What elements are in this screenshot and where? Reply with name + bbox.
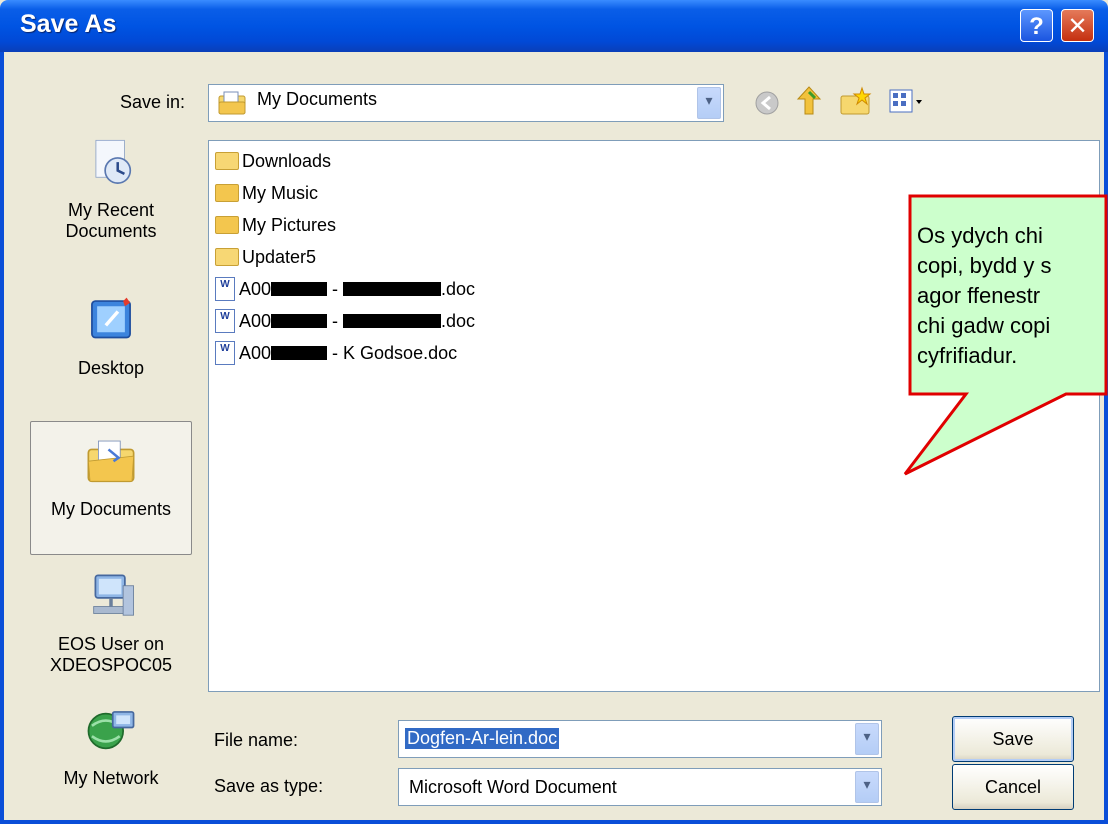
callout-line: copi, bydd y s — [917, 253, 1052, 278]
chevron-down-icon[interactable]: ▾ — [855, 723, 879, 755]
callout-line: chi gadw copi — [917, 313, 1051, 338]
save-button[interactable]: Save — [952, 716, 1074, 762]
save-as-type-label: Save as type: — [214, 776, 324, 796]
callout-line: Os ydych chi — [917, 223, 1043, 248]
callout-text: Os ydych chi copi, bydd y s agor ffenest… — [917, 221, 1105, 371]
file-name-label: File name: — [214, 730, 299, 750]
callout-bubble — [903, 194, 1108, 476]
chevron-down-icon[interactable]: ▾ — [855, 771, 879, 803]
file-name-input[interactable]: Dogfen-Ar-lein.doc ▾ — [398, 720, 882, 758]
save-as-type-select[interactable]: Microsoft Word Document ▾ — [398, 768, 882, 806]
callout-line: agor ffenestr — [917, 283, 1041, 308]
cancel-button[interactable]: Cancel — [952, 764, 1074, 810]
callout-line: cyfrifiadur. — [917, 343, 1018, 368]
save-as-type-value: Microsoft Word Document — [409, 777, 617, 797]
file-name-value: Dogfen-Ar-lein.doc — [405, 728, 560, 749]
